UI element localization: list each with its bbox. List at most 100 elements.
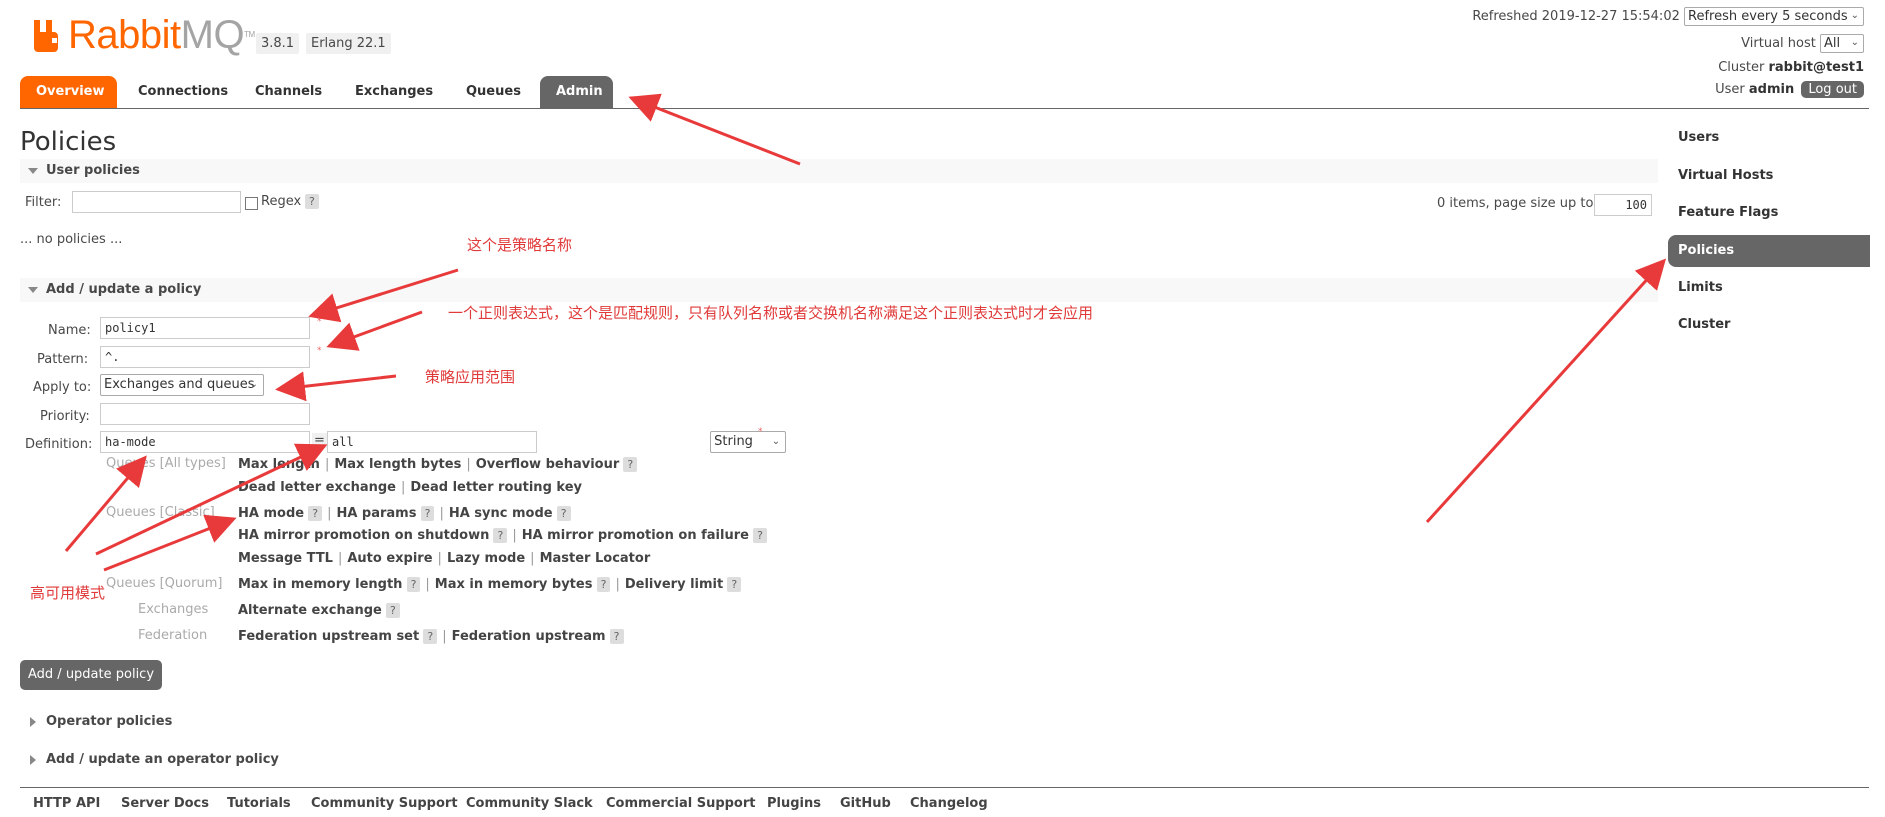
virtual-host-select[interactable]: All ⌄	[1820, 34, 1864, 53]
footer-divider	[20, 787, 1869, 788]
sidebar-item-policies[interactable]: Policies	[1668, 235, 1870, 267]
footer-community-support[interactable]: Community Support	[311, 796, 458, 811]
help-overflow-behaviour[interactable]: Overflow behaviour	[476, 457, 620, 472]
required-marker: *	[317, 317, 322, 327]
help-delivery-limit[interactable]: Delivery limit	[625, 577, 723, 592]
add-policy-header: Add / update a policy	[46, 282, 202, 297]
footer-server-docs[interactable]: Server Docs	[121, 796, 209, 811]
help-dead-letter-routing-key[interactable]: Dead letter routing key	[410, 480, 582, 495]
help-icon[interactable]: ?	[556, 506, 571, 521]
help-icon[interactable]: ?	[753, 528, 767, 543]
help-max-in-memory-length[interactable]: Max in memory length	[238, 577, 402, 592]
tab-overview[interactable]: Overview	[20, 76, 117, 108]
help-federation-upstream[interactable]: Federation upstream	[452, 629, 606, 644]
add-update-policy-button[interactable]: Add / update policy	[20, 660, 163, 690]
regex-help-icon[interactable]: ?	[305, 194, 319, 209]
apply-to-value: Exchanges and queues	[104, 377, 255, 392]
help-icon[interactable]: ?	[727, 577, 742, 592]
filter-input[interactable]	[72, 191, 241, 213]
sidebar-item-virtual-hosts[interactable]: Virtual Hosts	[1668, 160, 1870, 192]
footer-http-api[interactable]: HTTP API	[33, 796, 100, 811]
tab-admin[interactable]: Admin	[540, 76, 613, 108]
rabbitmq-logo-icon	[34, 20, 58, 52]
tab-channels[interactable]: Channels	[239, 76, 338, 108]
refresh-interval-select[interactable]: Refresh every 5 seconds ⌄	[1684, 7, 1864, 26]
help-icon[interactable]: ?	[423, 629, 438, 644]
help-max-length-bytes[interactable]: Max length bytes	[334, 457, 461, 472]
chevron-down-icon: ⌄	[1850, 37, 1859, 48]
annotation-pattern: 一个正则表达式，这个是匹配规则，只有队列名称或者交换机名称满足这个正则表达式时才…	[448, 304, 1094, 322]
help-ha-sync-mode[interactable]: HA sync mode	[449, 506, 553, 521]
help-auto-expire[interactable]: Auto expire	[347, 551, 432, 566]
chevron-down-icon: ⌄	[771, 436, 781, 447]
annotation-ha-mode: 高可用模式	[30, 584, 106, 602]
virtual-host-label: Virtual host	[1741, 36, 1816, 51]
tab-exchanges[interactable]: Exchanges	[339, 76, 449, 108]
footer-tutorials[interactable]: Tutorials	[227, 796, 291, 811]
tab-queues[interactable]: Queues	[450, 76, 537, 108]
apply-to-select[interactable]: Exchanges and queues ⌄	[100, 374, 264, 396]
regex-checkbox[interactable]	[245, 197, 258, 210]
pattern-input[interactable]: ^.	[100, 346, 310, 368]
help-federation-upstream-set[interactable]: Federation upstream set	[238, 629, 419, 644]
user-policies-section-toggle[interactable]: User policies	[20, 159, 1658, 183]
chevron-down-icon: ⌄	[249, 379, 258, 390]
priority-input[interactable]	[100, 403, 310, 425]
help-icon[interactable]: ?	[609, 629, 624, 644]
add-policy-section-toggle[interactable]: Add / update a policy	[20, 278, 1658, 302]
help-ha-promotion-failure[interactable]: HA mirror promotion on failure	[522, 528, 749, 543]
help-icon[interactable]: ?	[386, 603, 400, 618]
definition-equals: =	[312, 433, 327, 448]
logo-mq: MQ	[180, 13, 245, 57]
help-lazy-mode[interactable]: Lazy mode	[447, 551, 525, 566]
sidebar-item-limits[interactable]: Limits	[1668, 272, 1870, 304]
footer-plugins[interactable]: Plugins	[767, 796, 821, 811]
operator-policies-toggle[interactable]: Operator policies	[20, 710, 1658, 734]
help-max-length[interactable]: Max length	[238, 457, 320, 472]
help-row: HA mode ? | HA params ? | HA sync mode ?	[238, 506, 571, 521]
help-dead-letter-exchange[interactable]: Dead letter exchange	[238, 480, 396, 495]
sidebar-item-users[interactable]: Users	[1668, 122, 1870, 154]
help-icon[interactable]: ?	[308, 506, 323, 521]
group-label-queues-classic: Queues [Classic]	[106, 505, 215, 520]
help-master-locator[interactable]: Master Locator	[540, 551, 651, 566]
tab-connections[interactable]: Connections	[122, 76, 244, 108]
user-value: admin	[1748, 82, 1795, 97]
definition-value-input[interactable]: all	[327, 431, 537, 453]
sidebar-item-feature-flags[interactable]: Feature Flags	[1668, 197, 1870, 229]
logo-rabbit: Rabbit	[68, 13, 181, 57]
rabbitmq-logo: RabbitMQTM	[32, 12, 255, 57]
help-max-in-memory-bytes[interactable]: Max in memory bytes	[435, 577, 593, 592]
footer-commercial-support[interactable]: Commercial Support	[606, 796, 756, 811]
footer-community-slack[interactable]: Community Slack	[466, 796, 593, 811]
help-icon[interactable]: ?	[406, 577, 421, 592]
user-policies-header: User policies	[46, 163, 140, 178]
page-size-input[interactable]: 100	[1594, 194, 1652, 216]
help-row: Dead letter exchange | Dead letter routing…	[238, 480, 582, 495]
help-alternate-exchange[interactable]: Alternate exchange	[238, 603, 382, 618]
annotation-policy-name: 这个是策略名称	[467, 236, 573, 254]
items-count-text: 0 items, page size up to	[1437, 196, 1594, 211]
help-icon[interactable]: ?	[623, 457, 638, 472]
help-row: Max length | Max length bytes | Overflow beh…	[238, 457, 638, 472]
footer-changelog[interactable]: Changelog	[910, 796, 988, 811]
sidebar-item-cluster[interactable]: Cluster	[1668, 309, 1870, 341]
definition-type-value: String	[714, 434, 753, 449]
logout-button[interactable]: Log out	[1801, 81, 1864, 98]
help-ha-mode[interactable]: HA mode	[238, 506, 304, 521]
help-ha-promotion-shutdown[interactable]: HA mirror promotion on shutdown	[238, 528, 489, 543]
group-label-queues-all: Queues [All types]	[106, 456, 226, 471]
footer-github[interactable]: GitHub	[840, 796, 891, 811]
help-icon[interactable]: ?	[596, 577, 611, 592]
add-operator-policy-toggle[interactable]: Add / update an operator policy	[20, 748, 1658, 772]
definition-key-input[interactable]: ha-mode	[100, 431, 310, 453]
help-ha-params[interactable]: HA params	[336, 506, 416, 521]
policy-name-input[interactable]: policy1	[100, 317, 310, 339]
definition-type-select[interactable]: String ⌄	[710, 431, 787, 453]
operator-policies-header: Operator policies	[46, 714, 173, 729]
help-icon[interactable]: ?	[493, 528, 508, 543]
regex-label: Regex	[261, 194, 302, 209]
name-label: Name:	[48, 323, 91, 338]
help-icon[interactable]: ?	[420, 506, 435, 521]
help-message-ttl[interactable]: Message TTL	[238, 551, 333, 566]
